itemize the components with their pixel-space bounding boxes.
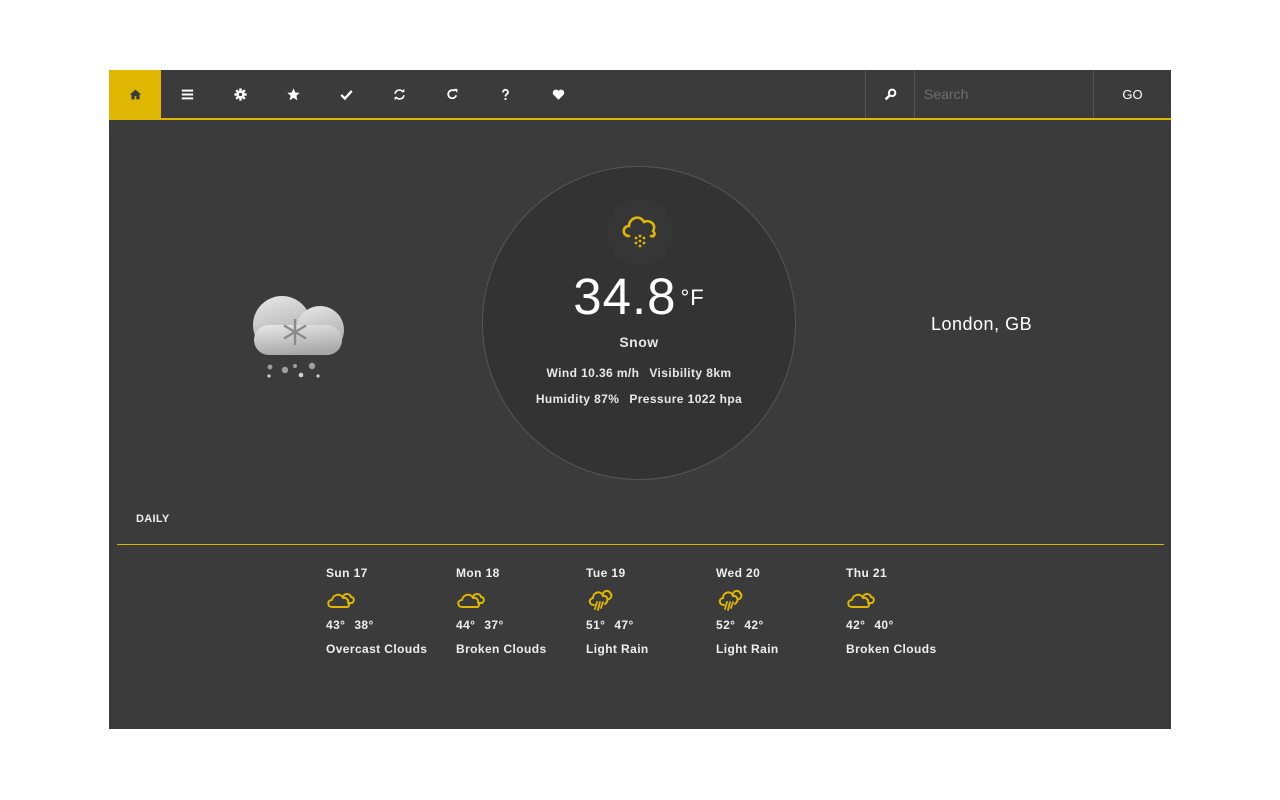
rain-icon <box>718 589 743 611</box>
forecast-day-name: Mon 18 <box>456 566 500 580</box>
question-icon <box>502 88 509 100</box>
snow-night-icon <box>253 272 344 378</box>
forecast-description: Overcast Clouds <box>326 642 428 656</box>
forecast-description: Light Rain <box>716 642 779 656</box>
nav-home[interactable] <box>109 70 161 118</box>
nav-help[interactable] <box>479 70 532 118</box>
forecast-high: 52° <box>716 618 736 632</box>
temperature-value: 34.8 <box>573 268 677 325</box>
forecast-description: Broken Clouds <box>456 642 547 656</box>
nav-refresh[interactable] <box>426 70 479 118</box>
go-button[interactable]: GO <box>1093 70 1171 118</box>
menu-icon <box>181 89 194 99</box>
sync-icon <box>394 88 405 100</box>
search-button[interactable] <box>865 70 915 118</box>
daily-divider <box>117 544 1164 545</box>
forecast-day-name: Thu 21 <box>846 566 888 580</box>
wind-stat: Wind 10.36 m/h <box>546 366 640 380</box>
forecast-low: 42° <box>744 618 764 632</box>
wind-visibility-row: Wind 10.36 m/h Visibility 8km <box>483 366 795 380</box>
visibility-stat: Visibility 8km <box>649 366 732 380</box>
location-label: London, GB <box>931 314 1033 334</box>
daily-heading: DAILY <box>136 513 170 525</box>
search-input[interactable] <box>915 70 1093 118</box>
nav-sync[interactable] <box>373 70 426 118</box>
cloudy-icon <box>327 593 355 608</box>
humidity-stat: Humidity 87% <box>535 392 620 406</box>
forecast-description: Broken Clouds <box>846 642 937 656</box>
forecast-temps: 44° 37° <box>456 618 586 632</box>
forecast-temps: 42° 40° <box>846 618 976 632</box>
pressure-stat: Pressure 1022 hpa <box>629 392 743 406</box>
forecast-temps: 52° 42° <box>716 618 846 632</box>
forecast-description: Light Rain <box>586 642 649 656</box>
refresh-icon <box>447 88 458 99</box>
cloudy-icon <box>457 593 485 608</box>
forecast-temps: 51° 47° <box>586 618 716 632</box>
forecast-day: Sun 17 43° 38° Overcast Clouds <box>326 566 456 656</box>
forecast-day: Thu 21 42° 40° Broken Clouds <box>846 566 976 656</box>
forecast-high: 43° <box>326 618 346 632</box>
temperature-unit: °F <box>680 285 705 310</box>
nav-favorites[interactable] <box>267 70 320 118</box>
top-nav: GO <box>109 70 1171 120</box>
forecast-day: Wed 20 52° 42° Light Rain <box>716 566 846 656</box>
gear-icon <box>234 87 247 101</box>
forecast-high: 42° <box>846 618 866 632</box>
forecast-low: 47° <box>614 618 634 632</box>
nav-settings[interactable] <box>214 70 267 118</box>
forecast-low: 37° <box>484 618 504 632</box>
nav-menu[interactable] <box>161 70 214 118</box>
heart-icon <box>552 89 565 100</box>
forecast-day-name: Tue 19 <box>586 566 626 580</box>
forecast-high: 44° <box>456 618 476 632</box>
rain-icon <box>588 589 613 611</box>
nav-like[interactable] <box>532 70 585 118</box>
current-weather-circle: 34.8 °F Snow Wind 10.36 m/h Visibility 8km… <box>482 166 796 480</box>
forecast-day-name: Sun 17 <box>326 566 368 580</box>
forecast-low: 40° <box>874 618 894 632</box>
check-icon <box>340 89 353 100</box>
current-condition: Snow <box>619 334 659 350</box>
star-icon <box>287 87 300 100</box>
forecast-day-name: Wed 20 <box>716 566 761 580</box>
home-icon <box>129 89 141 99</box>
forecast-temps: 43° 38° <box>326 618 456 632</box>
search-icon <box>884 88 896 100</box>
cloudy-icon <box>847 593 875 608</box>
forecast-day: Tue 19 51° 47° Light Rain <box>586 566 716 656</box>
humidity-pressure-row: Humidity 87% Pressure 1022 hpa <box>483 392 795 406</box>
forecast-low: 38° <box>354 618 374 632</box>
current-temperature: 34.8 °F <box>483 267 795 326</box>
snow-icon <box>622 216 656 248</box>
forecast-day: Mon 18 44° 37° Broken Clouds <box>456 566 586 656</box>
current-icon-badge <box>607 199 673 265</box>
nav-check[interactable] <box>320 70 373 118</box>
weather-app: GO 34.8°F Sno <box>109 70 1171 729</box>
forecast-high: 51° <box>586 618 606 632</box>
search-bar: GO <box>865 70 1171 118</box>
